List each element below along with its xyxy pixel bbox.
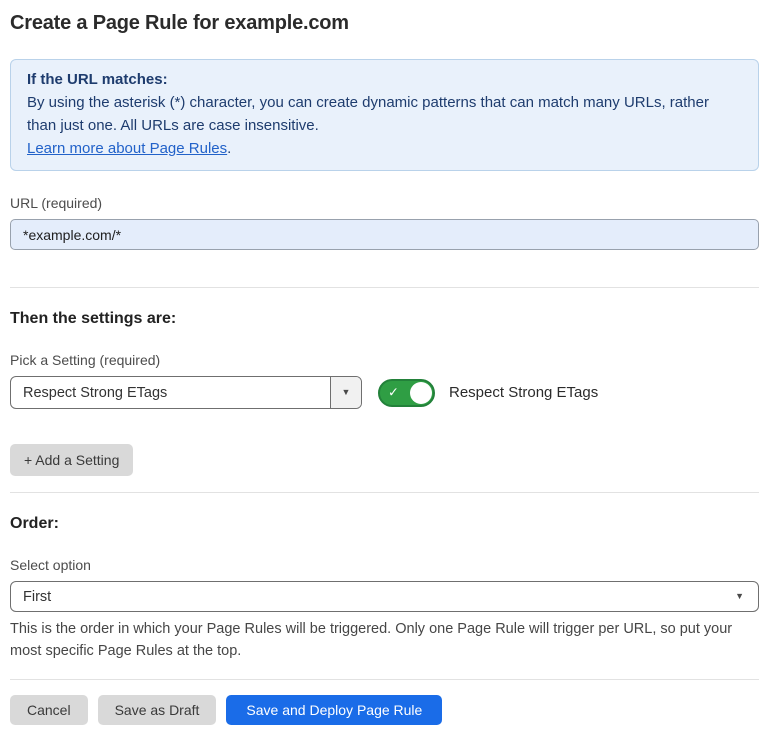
chevron-down-icon: ▼ [342, 388, 351, 397]
save-and-deploy-button[interactable]: Save and Deploy Page Rule [226, 695, 442, 725]
order-select-value: First [23, 589, 51, 605]
info-box-heading: If the URL matches: [27, 68, 742, 91]
setting-select[interactable]: Respect Strong ETags ▼ [10, 376, 362, 409]
toggle-label: Respect Strong ETags [449, 384, 598, 401]
url-field-label: URL (required) [10, 195, 759, 211]
order-section-heading: Order: [10, 515, 759, 533]
setting-toggle[interactable]: ✓ [378, 379, 435, 407]
page-title: Create a Page Rule for example.com [10, 12, 759, 35]
check-icon: ✓ [388, 384, 399, 400]
url-match-info-box: If the URL matches: By using the asteris… [10, 59, 759, 171]
divider [10, 492, 759, 493]
info-box-body: By using the asterisk (*) character, you… [27, 91, 742, 160]
divider [10, 287, 759, 288]
pick-setting-label: Pick a Setting (required) [10, 352, 759, 368]
page-rule-form: Create a Page Rule for example.com If th… [0, 12, 769, 725]
learn-more-link[interactable]: Learn more about Page Rules [27, 140, 227, 157]
order-select-label: Select option [10, 557, 759, 573]
footer-actions: Cancel Save as Draft Save and Deploy Pag… [10, 695, 759, 725]
link-suffix: . [227, 140, 231, 157]
setting-select-value: Respect Strong ETags [11, 377, 330, 408]
toggle-knob [410, 382, 432, 404]
order-select[interactable]: First ▼ [10, 581, 759, 612]
add-setting-button[interactable]: + Add a Setting [10, 444, 133, 476]
cancel-button[interactable]: Cancel [10, 695, 88, 725]
info-box-body-text: By using the asterisk (*) character, you… [27, 94, 709, 134]
url-input[interactable] [10, 219, 759, 250]
save-as-draft-button[interactable]: Save as Draft [98, 695, 217, 725]
chevron-down-icon: ▼ [735, 592, 744, 601]
settings-section-heading: Then the settings are: [10, 310, 759, 328]
setting-row: Respect Strong ETags ▼ ✓ Respect Strong … [10, 376, 759, 409]
setting-select-arrow-button[interactable]: ▼ [330, 377, 361, 408]
order-help-text: This is the order in which your Page Rul… [10, 618, 759, 662]
divider [10, 679, 759, 680]
